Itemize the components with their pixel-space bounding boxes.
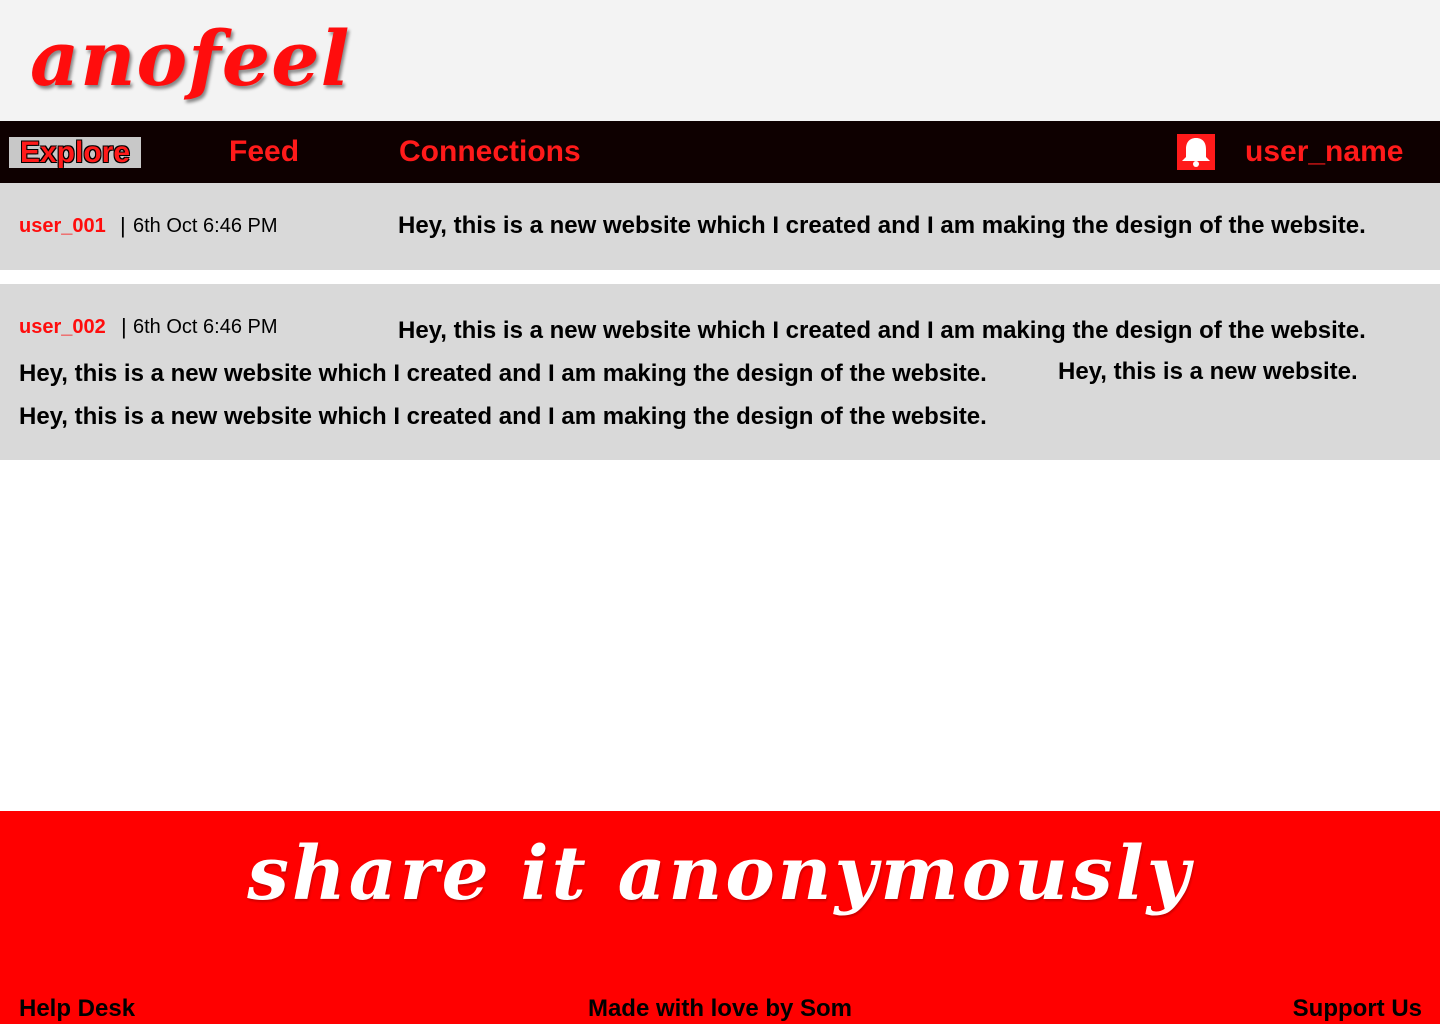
support-us-link[interactable]: Support Us [1293,995,1422,1023]
nav-username-link[interactable]: user_name [1245,121,1403,183]
post-separator: | [120,213,126,238]
bell-icon[interactable] [1177,134,1215,170]
post-text: Hey, this is a new website which I creat… [398,317,1366,344]
made-by-credit: Made with love by Som [587,995,853,1022]
post-timestamp: 6th Oct 6:46 PM [133,215,278,237]
post-card: user_001 | 6th Oct 6:46 PM Hey, this is … [0,183,1440,270]
footer-tagline: share it anonymously [247,831,1193,917]
post-separator: | [121,314,127,339]
bell-icon-graphic [1182,138,1210,167]
nav-connections-link[interactable]: Connections [399,121,581,183]
post-text: Hey, this is a new website. [1058,358,1358,385]
nav-feed-link[interactable]: Feed [229,121,299,183]
site-header: anofeel [0,0,1440,121]
site-footer: share it anonymously Help Desk Made with… [0,811,1440,1024]
nav-explore-link[interactable]: Explore [9,137,141,168]
post-text: Hey, this is a new website which I creat… [19,360,987,387]
post-card: user_002 | 6th Oct 6:46 PM Hey, this is … [0,284,1440,460]
post-author[interactable]: user_001 [19,215,106,238]
post-text: Hey, this is a new website which I creat… [19,403,987,430]
post-text: Hey, this is a new website which I creat… [398,212,1366,239]
post-timestamp: 6th Oct 6:46 PM [133,316,278,338]
main-nav: Explore Feed Connections user_name [0,121,1440,183]
site-logo[interactable]: anofeel [30,14,350,104]
post-author[interactable]: user_002 [19,316,106,339]
